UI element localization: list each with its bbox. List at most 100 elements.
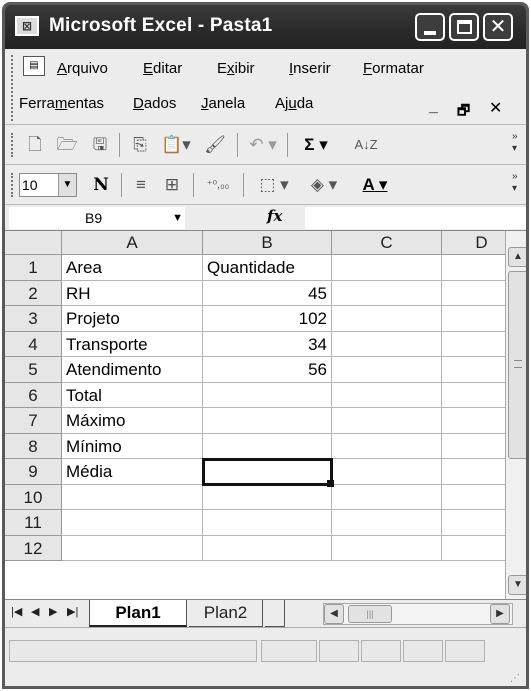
table-cell[interactable]: RH	[62, 280, 203, 306]
row-header[interactable]: 12	[5, 535, 62, 561]
menu-ferramentas[interactable]: Ferramentas	[19, 95, 104, 112]
sort-ascending-icon[interactable]: A↓Z	[345, 133, 387, 157]
table-cell[interactable]	[332, 484, 442, 510]
table-cell[interactable]	[332, 255, 442, 281]
horizontal-scrollbar[interactable]: ◀ ||| ▶	[323, 603, 513, 625]
table-cell[interactable]	[442, 281, 505, 306]
column-header[interactable]: C	[332, 231, 442, 255]
table-cell[interactable]	[442, 306, 505, 332]
row-header[interactable]: 5	[5, 357, 62, 383]
menu-formatar[interactable]: Formatar	[363, 60, 424, 77]
table-cell[interactable]	[442, 536, 505, 561]
doc-minimize-button[interactable]: _	[429, 98, 438, 116]
name-box[interactable]: B9 ▼	[9, 207, 185, 229]
sheet-tab-plan1[interactable]: Plan1	[89, 600, 187, 627]
table-cell[interactable]	[332, 280, 442, 306]
menu-ajuda[interactable]: Ajuda	[275, 95, 313, 112]
row-header[interactable]: 9	[5, 459, 62, 485]
fill-color-icon[interactable]: ◈ ▾	[301, 173, 347, 197]
table-cell[interactable]	[203, 510, 332, 536]
selected-cell[interactable]	[202, 458, 333, 486]
prev-sheet-icon[interactable]: ◀	[31, 605, 39, 618]
menu-inserir[interactable]: Inserir	[289, 60, 331, 77]
sheet-tab-plan2[interactable]: Plan2	[189, 600, 263, 627]
autosum-icon[interactable]: Σ ▾	[293, 133, 339, 157]
table-cell[interactable]: Atendimento	[62, 357, 203, 383]
table-cell[interactable]	[332, 306, 442, 332]
new-document-icon[interactable]: 🗋	[23, 133, 47, 157]
table-cell[interactable]: 56	[203, 357, 332, 383]
copy-icon[interactable]: ⎘	[127, 133, 153, 157]
table-cell[interactable]	[332, 510, 442, 536]
table-cell[interactable]	[203, 433, 332, 459]
align-center-icon[interactable]: ≡	[129, 173, 153, 197]
font-color-button[interactable]: A ▾	[351, 173, 399, 197]
column-header[interactable]: B	[203, 231, 332, 255]
merge-center-icon[interactable]: ⊞	[159, 173, 185, 197]
paste-icon[interactable]: 📋▾	[159, 133, 193, 157]
scroll-right-icon[interactable]: ▶	[490, 604, 510, 624]
toolbar-overflow-icon[interactable]: » ▾	[512, 131, 522, 159]
row-header[interactable]: 2	[5, 280, 62, 306]
toolbar-grip[interactable]	[11, 173, 15, 197]
minimize-button[interactable]	[415, 13, 445, 41]
save-icon[interactable]: 🖫	[87, 133, 113, 157]
maximize-button[interactable]	[449, 13, 479, 41]
table-cell[interactable]: 45	[203, 280, 332, 306]
table-cell[interactable]	[442, 357, 505, 383]
close-button[interactable]: ✕	[483, 13, 513, 41]
menu-dados[interactable]: Dados	[133, 95, 176, 112]
menubar-grip[interactable]	[11, 55, 15, 121]
last-sheet-icon[interactable]: ▶|	[67, 605, 78, 618]
row-header[interactable]: 8	[5, 433, 62, 459]
table-cell[interactable]	[332, 357, 442, 383]
format-painter-icon[interactable]: 🖌	[201, 133, 229, 157]
table-cell[interactable]	[442, 459, 505, 485]
table-cell[interactable]: 34	[203, 331, 332, 357]
menu-arquivo[interactable]: Arquivo	[57, 60, 108, 77]
table-cell[interactable]: Projeto	[62, 306, 203, 332]
column-header[interactable]: A	[62, 231, 203, 255]
excel-app-icon[interactable]: ⊠	[15, 16, 39, 36]
formula-input[interactable]	[305, 207, 526, 229]
table-cell[interactable]: 102	[203, 306, 332, 332]
table-cell[interactable]: Máximo	[62, 408, 203, 434]
menu-janela[interactable]: Janela	[201, 95, 245, 112]
row-header[interactable]: 3	[5, 306, 62, 332]
scroll-left-icon[interactable]: ◀	[324, 604, 344, 624]
table-cell[interactable]	[332, 331, 442, 357]
table-cell[interactable]	[203, 408, 332, 434]
doc-close-button[interactable]: ✕	[489, 98, 502, 118]
table-cell[interactable]	[442, 485, 505, 510]
bold-button[interactable]: N	[89, 173, 113, 197]
next-sheet-icon[interactable]: ▶	[49, 605, 57, 618]
row-header[interactable]: 4	[5, 331, 62, 357]
undo-icon[interactable]: ↶ ▾	[245, 133, 281, 157]
table-cell[interactable]: Quantidade	[203, 255, 332, 281]
table-cell[interactable]	[442, 408, 505, 434]
toolbar-overflow-icon[interactable]: » ▾	[512, 171, 522, 199]
table-cell[interactable]	[442, 510, 505, 536]
table-cell[interactable]	[332, 408, 442, 434]
table-cell[interactable]	[203, 535, 332, 561]
scroll-down-icon[interactable]: ▼	[508, 575, 526, 595]
table-cell[interactable]	[332, 535, 442, 561]
select-all-corner[interactable]	[5, 231, 62, 255]
borders-icon[interactable]: ⬚ ▾	[251, 173, 297, 197]
table-cell[interactable]: Média	[62, 459, 203, 485]
chevron-down-icon[interactable]: ▼	[58, 174, 76, 196]
document-icon[interactable]: ▤	[23, 56, 45, 76]
row-header[interactable]: 11	[5, 510, 62, 536]
fill-handle[interactable]	[327, 479, 334, 487]
menu-exibir[interactable]: Exibir	[217, 60, 255, 77]
font-size-select[interactable]: 10 ▼	[19, 173, 77, 197]
table-cell[interactable]: Mínimo	[62, 433, 203, 459]
doc-restore-button[interactable]: 🗗	[457, 100, 470, 124]
open-folder-icon[interactable]: 🗁	[53, 133, 81, 157]
insert-function-icon[interactable]: fx	[267, 207, 282, 225]
resize-grip-icon[interactable]: ⋰	[510, 673, 524, 686]
row-header[interactable]: 1	[5, 255, 62, 281]
table-cell[interactable]	[332, 459, 442, 485]
horizontal-scroll-thumb[interactable]: |||	[348, 605, 392, 623]
toolbar-grip[interactable]	[11, 133, 15, 157]
